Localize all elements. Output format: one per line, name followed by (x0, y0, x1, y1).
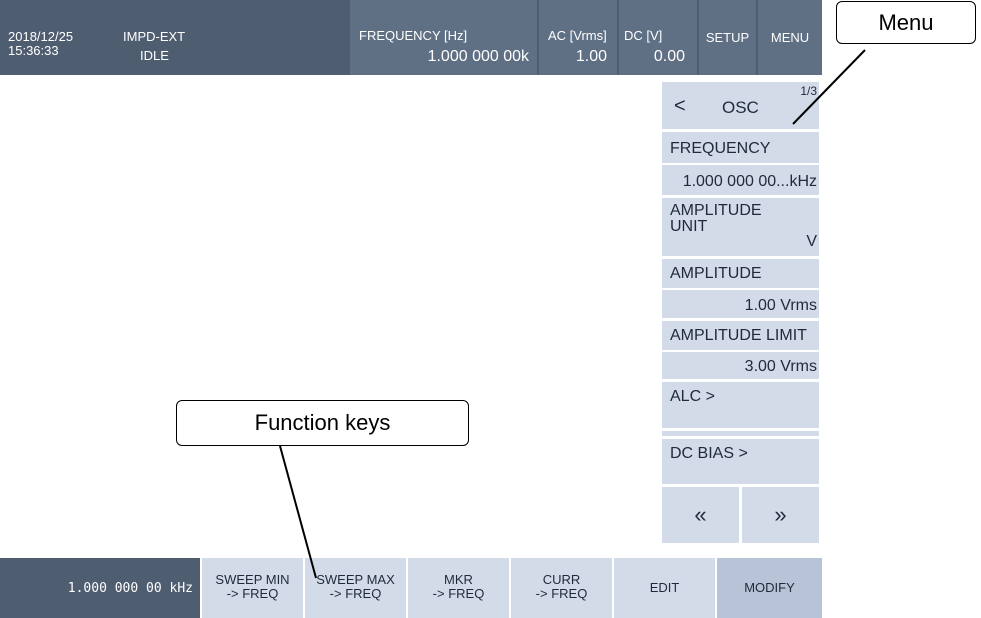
function-key-bar: 1.000 000 00 kHz SWEEP MIN -> FREQ SWEEP… (0, 558, 822, 618)
modify-key[interactable]: MODIFY (715, 558, 822, 618)
menu-item-amplitude[interactable]: AMPLITUDE 1.00 Vrms (662, 259, 819, 321)
menu-item-value: V (806, 233, 817, 250)
menu-back-button[interactable]: < (674, 96, 686, 116)
menu-item-value: 1.000 000 00...kHz (682, 173, 817, 190)
key-label-line2: -> FREQ (226, 586, 279, 601)
status-date: 2018/12/25 (8, 29, 74, 44)
instrument-screen: 2018/12/25 15:36:33 IMPD-EXT IDLE FREQUE… (0, 0, 822, 618)
menu-item-label: DC BIAS > (670, 445, 748, 462)
frequency-value: 1.000 000 00k (427, 48, 529, 65)
setup-button[interactable]: SETUP (699, 0, 756, 75)
key-label-line2: -> FREQ (535, 586, 588, 601)
key-label-line1: SWEEP MIN (215, 572, 290, 587)
function-keys-callout: Function keys (176, 400, 469, 446)
key-label-line2: -> FREQ (329, 586, 382, 601)
menu-button[interactable]: MENU (758, 0, 822, 75)
menu-item-value: 3.00 Vrms (744, 358, 817, 375)
menu-item-label: FREQUENCY (670, 140, 771, 157)
dc-label: DC [V] (624, 28, 663, 43)
key-label-line1: MKR (444, 572, 473, 587)
measurement-state: IDLE (140, 48, 169, 63)
edit-key[interactable]: EDIT (612, 558, 715, 618)
current-to-freq-key[interactable]: CURR -> FREQ (509, 558, 612, 618)
osc-menu: < OSC 1/3 FREQUENCY 1.000 000 00...kHz A… (662, 82, 819, 543)
menu-item-amplitude-limit[interactable]: AMPLITUDE LIMIT 3.00 Vrms (662, 321, 819, 382)
menu-item-label-line2: UNIT (670, 218, 708, 235)
menu-item-frequency[interactable]: FREQUENCY 1.000 000 00...kHz (662, 132, 819, 198)
menu-title: OSC (722, 98, 759, 117)
frequency-readout[interactable]: FREQUENCY [Hz] 1.000 000 00k (350, 0, 537, 75)
menu-spacer (662, 431, 819, 439)
ac-level-readout[interactable]: AC [Vrms] 1.00 (539, 0, 617, 75)
menu-item-label: AMPLITUDE (670, 265, 762, 282)
marker-to-freq-key[interactable]: MKR -> FREQ (406, 558, 509, 618)
menu-item-label: ALC > (670, 388, 715, 405)
key-label: EDIT (649, 580, 680, 595)
menu-prev-page-button[interactable]: « (662, 487, 739, 543)
menu-callout: Menu (836, 1, 976, 44)
menu-item-dc-bias[interactable]: DC BIAS > (662, 439, 819, 487)
menu-item-value: 1.00 Vrms (744, 297, 817, 314)
status-time: 15:36:33 (8, 43, 59, 58)
key-label-line2: -> FREQ (432, 586, 485, 601)
measurement-mode: IMPD-EXT (123, 29, 186, 44)
sweep-min-to-freq-key[interactable]: SWEEP MIN -> FREQ (200, 558, 303, 618)
menu-item-alc[interactable]: ALC > (662, 382, 819, 431)
dc-value: 0.00 (653, 48, 685, 65)
key-label-line1: CURR (542, 572, 581, 587)
dc-level-readout[interactable]: DC [V] 0.00 (619, 0, 697, 75)
frequency-label: FREQUENCY [Hz] (359, 28, 468, 43)
status-bar: 2018/12/25 15:36:33 IMPD-EXT IDLE FREQUE… (0, 0, 822, 75)
entry-value-display: 1.000 000 00 kHz (0, 558, 200, 618)
menu-next-page-button[interactable]: » (742, 487, 819, 543)
key-label-line1: SWEEP MAX (316, 572, 395, 587)
key-label: MODIFY (744, 580, 795, 595)
sweep-max-to-freq-key[interactable]: SWEEP MAX -> FREQ (303, 558, 406, 618)
menu-item-amplitude-unit[interactable]: AMPLITUDE UNIT V (662, 198, 819, 259)
ac-label: AC [Vrms] (548, 28, 607, 43)
menu-page-indicator: 1/3 (800, 84, 817, 98)
menu-item-label: AMPLITUDE LIMIT (670, 327, 807, 344)
ac-value: 1.00 (575, 48, 607, 65)
menu-header: < OSC 1/3 (662, 82, 819, 132)
